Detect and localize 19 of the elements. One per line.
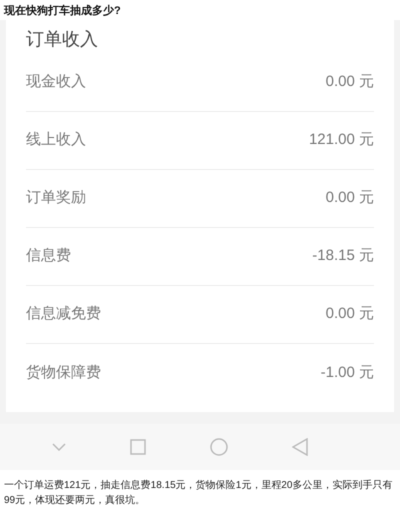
section-title: 订单收入 (26, 28, 99, 51)
income-amount: 0.00 元 (326, 188, 374, 208)
income-amount: 0.00 元 (326, 72, 374, 92)
income-label: 订单奖励 (26, 188, 86, 208)
caption: 一个订单运费121元，抽走信息费18.15元，货物保险1元，里程20多公里，实际到手只有99元，体现还要两元，真很坑。 (3, 478, 394, 508)
income-amount: 121.00 元 (308, 130, 374, 150)
question-title: 现在快狗打车抽成多少? (2, 4, 122, 19)
square-icon[interactable] (130, 439, 146, 455)
income-amount: -18.15 元 (312, 246, 374, 266)
circle-icon[interactable] (210, 438, 228, 456)
income-label: 信息费 (26, 246, 71, 266)
back-icon[interactable] (292, 438, 308, 456)
income-amount: 0.00 元 (326, 304, 374, 324)
income-label: 线上收入 (26, 130, 86, 150)
income-label: 货物保障费 (26, 362, 101, 383)
income-label: 现金收入 (26, 72, 86, 92)
income-amount: -1.00 元 (320, 362, 374, 383)
chevron-down-icon[interactable] (52, 443, 66, 451)
income-label: 信息减免费 (26, 304, 101, 324)
